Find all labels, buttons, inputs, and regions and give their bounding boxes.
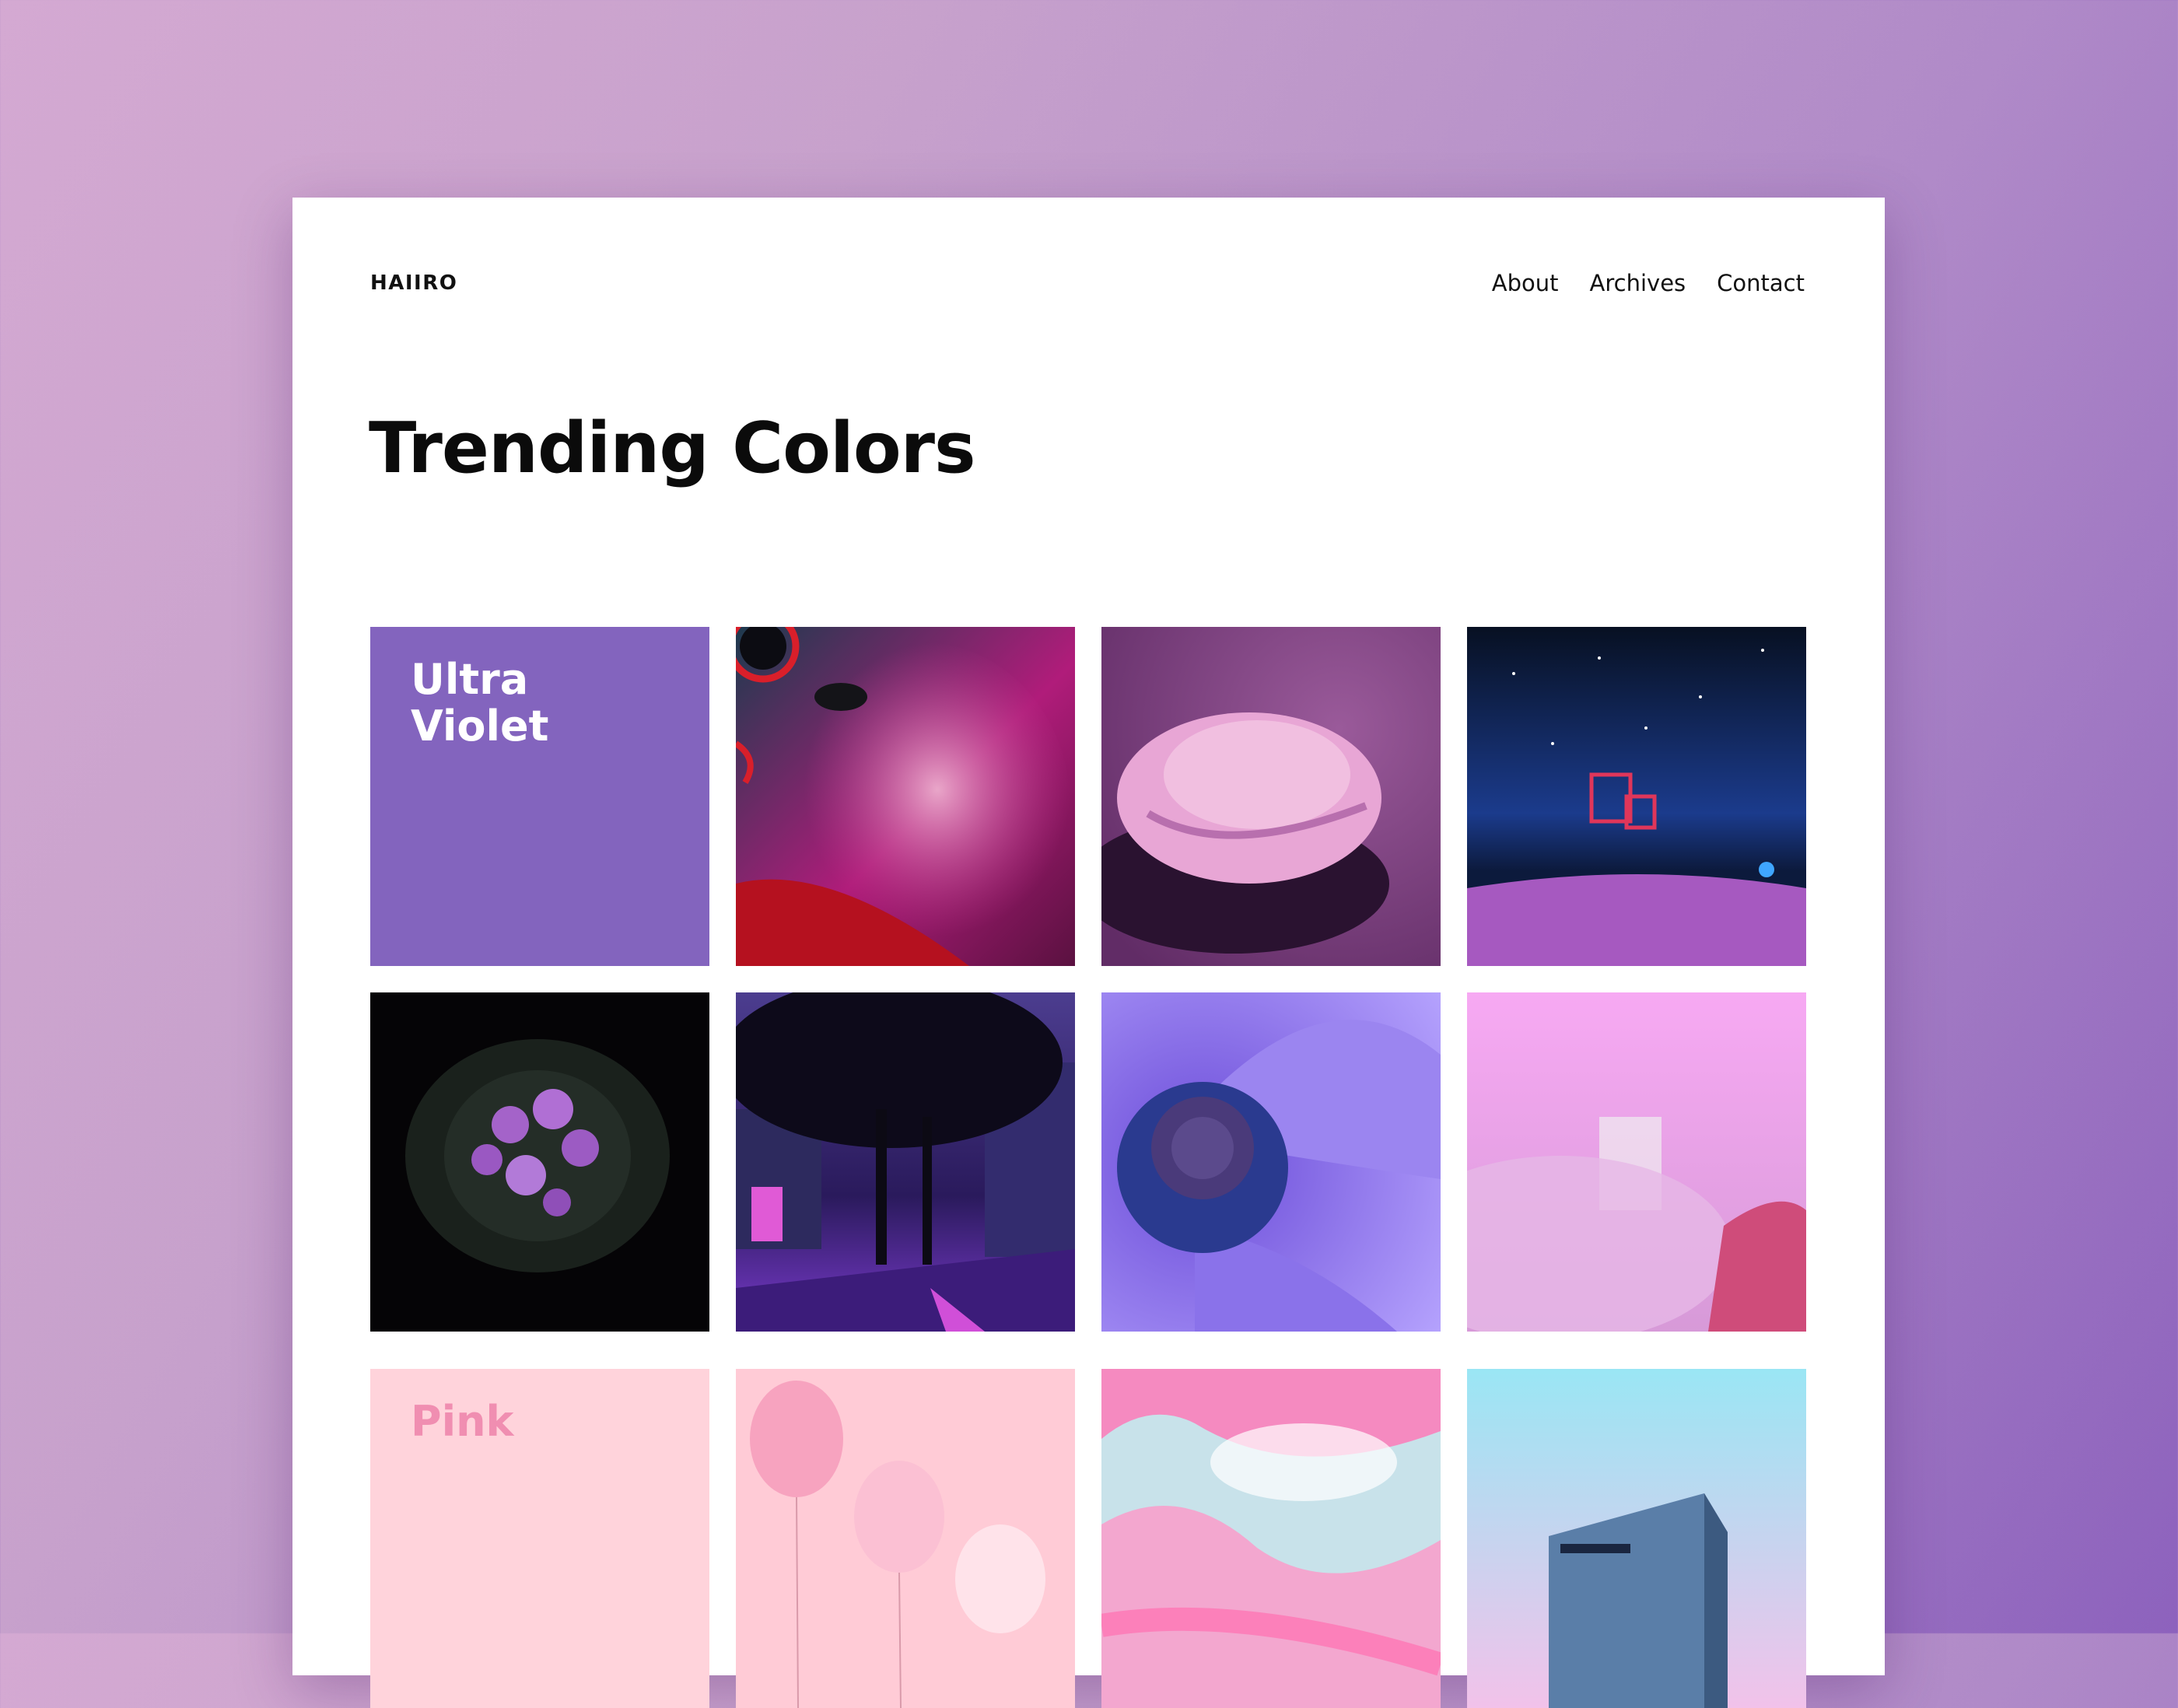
nav-archives[interactable]: Archives [1590,270,1686,296]
swatch-label-pink: Pink [411,1397,514,1446]
swatch-ultra-violet[interactable]: Ultra Violet [370,627,709,966]
top-nav: About Archives Contact [1492,270,1805,296]
photo-pink-fog-building[interactable] [1467,992,1806,1332]
photo-african-violet[interactable] [370,992,709,1332]
photo-neon-street[interactable] [736,992,1075,1332]
photo-night-cart[interactable] [1467,627,1806,966]
swatch-label-ultra-violet: Ultra Violet [411,655,549,751]
photo-cotton-candy-sky[interactable] [1101,1369,1441,1708]
nav-about[interactable]: About [1492,270,1559,296]
page-title: Trending Colors [369,408,976,489]
nav-contact[interactable]: Contact [1717,270,1805,296]
photo-ice-cream-scoop[interactable] [1101,627,1441,966]
photo-anemone-flower[interactable] [1101,992,1441,1332]
photo-glass-tower[interactable] [1467,1369,1806,1708]
photo-pink-balloons[interactable] [736,1369,1075,1708]
site-logo[interactable]: HAIIRO [370,271,457,295]
swatch-pink[interactable]: Pink [370,1369,709,1708]
page-card: HAIIRO About Archives Contact Trending C… [292,198,1885,1708]
photo-neon-portrait[interactable] [736,627,1075,966]
